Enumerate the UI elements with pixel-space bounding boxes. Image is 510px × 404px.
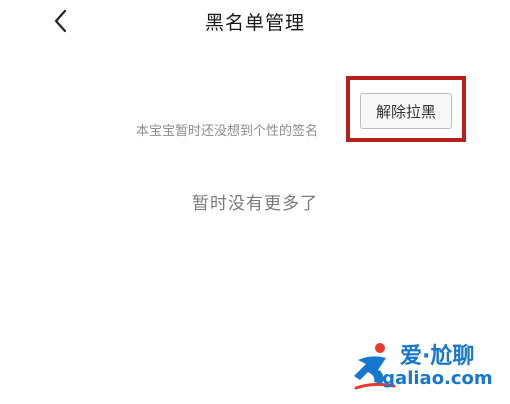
watermark-logo: 爱·尬聊 igaliao.com <box>352 334 502 394</box>
page-title: 黑名单管理 <box>204 12 305 34</box>
empty-list-message: 暂时没有更多了 <box>192 194 318 214</box>
blacklist-page: 黑名单管理 本宝宝暂时还没想到个性的签名 解除拉黑 暂时没有更多了 爱·尬聊 i… <box>0 0 510 404</box>
unblock-button[interactable]: 解除拉黑 <box>360 93 452 129</box>
blocked-user-signature: 本宝宝暂时还没想到个性的签名 <box>136 124 319 139</box>
watermark-name: 爱·尬聊 <box>400 344 475 369</box>
watermark-url: igaliao.com <box>376 368 493 389</box>
